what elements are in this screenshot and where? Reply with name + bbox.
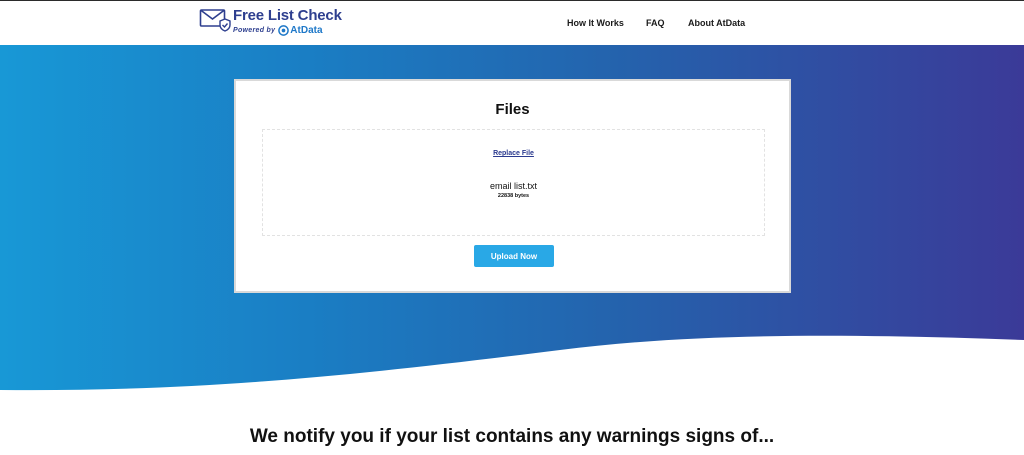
warnings-heading: We notify you if your list contains any … xyxy=(249,426,775,447)
replace-file-link[interactable]: Replace File xyxy=(263,150,764,157)
card-title: Files xyxy=(495,101,530,118)
nav-faq[interactable]: FAQ xyxy=(646,18,665,28)
site-header: Free List Check Powered by AtData How It… xyxy=(0,0,1024,45)
file-dropzone[interactable]: Replace File email list.txt 22838 bytes xyxy=(262,129,765,236)
main-nav: How It Works FAQ About AtData xyxy=(0,18,1024,30)
nav-how-it-works[interactable]: How It Works xyxy=(567,18,624,28)
upload-now-button[interactable]: Upload Now xyxy=(474,245,554,267)
upload-card: Files Replace File email list.txt 22838 … xyxy=(234,79,791,293)
file-name: email list.txt xyxy=(489,181,537,191)
file-size: 22838 bytes xyxy=(497,193,530,199)
nav-about-atdata[interactable]: About AtData xyxy=(688,18,745,28)
